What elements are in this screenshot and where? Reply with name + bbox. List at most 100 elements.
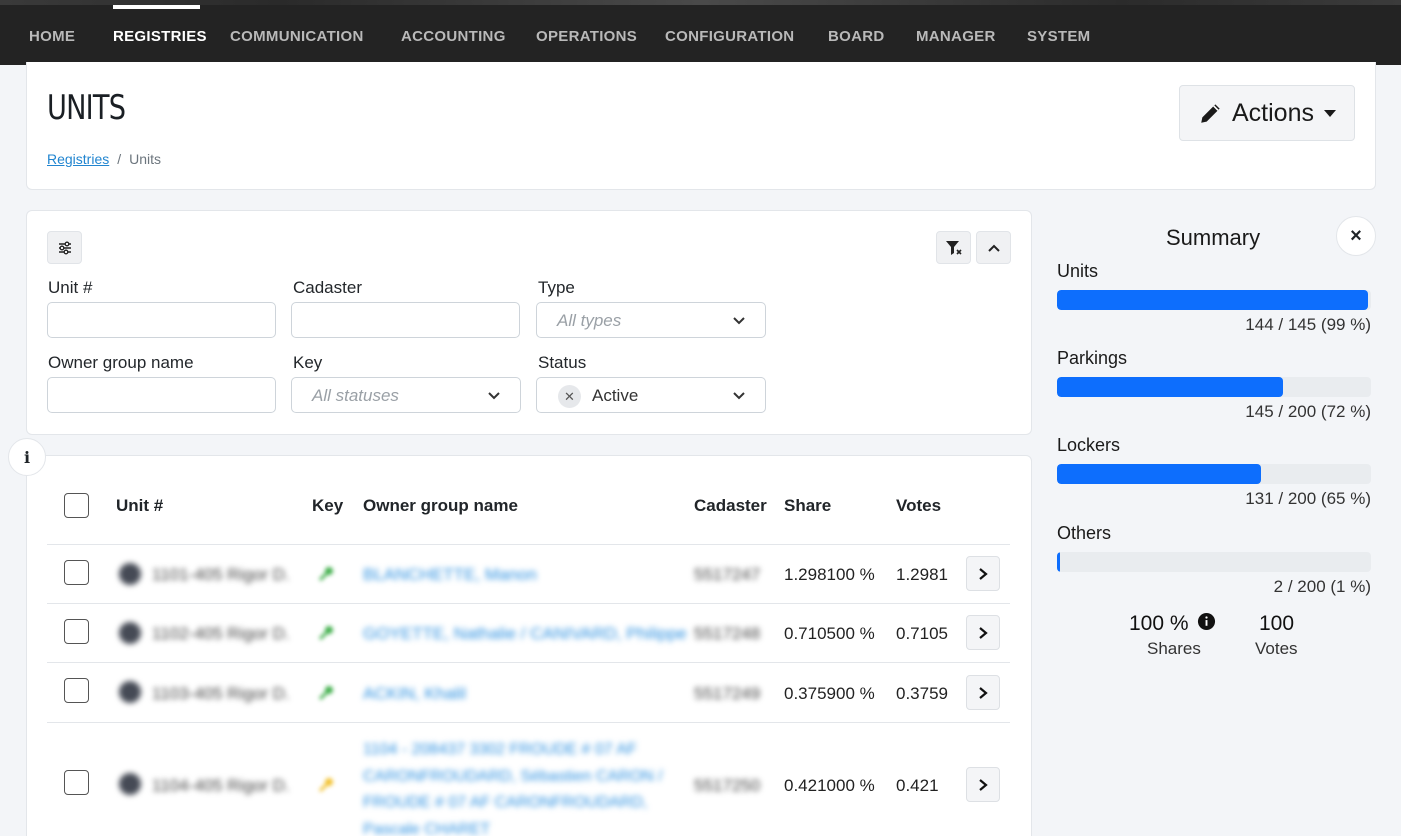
- nav-registries[interactable]: REGISTRIES: [113, 28, 207, 45]
- unit-filter-input[interactable]: [47, 302, 276, 338]
- chevron-up-icon: [987, 244, 1000, 252]
- progress-fill: [1057, 377, 1284, 397]
- share-value: 0.710500 %: [784, 624, 875, 643]
- cadaster-value: 5517250: [694, 776, 761, 795]
- row-divider: [47, 603, 1010, 604]
- collapse-filters-button[interactable]: [976, 231, 1011, 264]
- share-value: 0.421000 %: [784, 776, 875, 795]
- breadcrumb-separator: /: [117, 151, 122, 167]
- type-filter-select[interactable]: All types: [536, 302, 766, 338]
- nav-manager[interactable]: MANAGER: [916, 28, 996, 45]
- votes-value: 0.7105: [896, 624, 948, 643]
- cadaster-filter-label: Cadaster: [293, 278, 362, 297]
- summary-parkings-progress: [1057, 377, 1371, 397]
- column-header-key[interactable]: Key: [312, 496, 343, 516]
- chevron-right-icon: [979, 778, 988, 791]
- unit-number[interactable]: 1102-405 Rigor D.: [152, 624, 290, 644]
- owner-group-link[interactable]: BLANCHETTE, Manon: [363, 565, 537, 585]
- cadaster-value: 5517249: [694, 684, 761, 703]
- row-checkbox[interactable]: [64, 770, 89, 795]
- key-icon: [318, 567, 333, 582]
- chevron-right-icon: [979, 626, 988, 639]
- votes-value: 1.2981: [896, 565, 948, 584]
- owner-group-link[interactable]: GOYETTE, Nathalie / CANIVARD, Philippe: [363, 624, 687, 644]
- column-header-share[interactable]: Share: [784, 496, 831, 516]
- select-all-checkbox[interactable]: [64, 493, 89, 518]
- filter-settings-button[interactable]: [47, 231, 82, 264]
- summary-units-count: 144 / 145 (99 %): [1245, 315, 1371, 334]
- nav-active-indicator: [113, 5, 200, 9]
- page-header-card: UNITS Registries / Units Actions: [26, 62, 1376, 190]
- unit-avatar: [119, 681, 141, 703]
- row-checkbox[interactable]: [64, 619, 89, 644]
- nav-board[interactable]: BOARD: [828, 28, 885, 45]
- info-icon[interactable]: i: [8, 438, 46, 476]
- nav-home[interactable]: HOME: [29, 28, 75, 45]
- votes-total-label: Votes: [1255, 639, 1298, 658]
- chevron-down-icon: [1323, 109, 1336, 117]
- status-filter-value: Active: [592, 386, 639, 405]
- nav-operations[interactable]: OPERATIONS: [536, 28, 637, 45]
- summary-others-progress: [1057, 552, 1371, 572]
- close-summary-button[interactable]: ×: [1336, 216, 1376, 256]
- progress-fill: [1057, 552, 1061, 572]
- votes-value: 0.421: [896, 776, 939, 795]
- remove-status-icon[interactable]: ✕: [558, 385, 581, 408]
- nav-configuration[interactable]: CONFIGURATION: [665, 28, 794, 45]
- summary-others-count: 2 / 200 (1 %): [1273, 577, 1371, 596]
- unit-number[interactable]: 1104-405 Rigor D.: [152, 776, 290, 796]
- progress-fill: [1057, 290, 1368, 310]
- row-open-button[interactable]: [966, 615, 1000, 650]
- pencil-icon: [1201, 104, 1220, 123]
- row-checkbox[interactable]: [64, 560, 89, 585]
- breadcrumb-registries-link[interactable]: Registries: [47, 151, 109, 167]
- key-filter-label: Key: [293, 353, 323, 372]
- nav-communication[interactable]: COMMUNICATION: [230, 28, 364, 45]
- key-icon: [318, 686, 333, 701]
- summary-units-progress: [1057, 290, 1371, 310]
- row-open-button[interactable]: [966, 675, 1000, 710]
- row-divider: [47, 722, 1010, 723]
- row-checkbox[interactable]: [64, 678, 89, 703]
- breadcrumb-current: Units: [129, 151, 162, 167]
- close-icon: ×: [1350, 224, 1362, 247]
- type-filter-label: Type: [538, 278, 575, 297]
- progress-fill: [1057, 464, 1262, 484]
- status-filter-select[interactable]: ✕ Active: [536, 377, 766, 413]
- summary-lockers-progress: [1057, 464, 1371, 484]
- unit-avatar: [119, 563, 141, 585]
- key-icon: [318, 626, 333, 641]
- header-banner-strip: [0, 0, 1401, 5]
- unit-number[interactable]: 1103-405 Rigor D.: [152, 684, 290, 704]
- owner-filter-input[interactable]: [47, 377, 276, 413]
- info-icon[interactable]: [1197, 612, 1216, 631]
- cadaster-filter-input[interactable]: [291, 302, 520, 338]
- actions-label: Actions: [1232, 98, 1314, 127]
- top-navigation: HOME REGISTRIES COMMUNICATION ACCOUNTING…: [0, 0, 1401, 65]
- unit-avatar: [119, 773, 141, 795]
- column-header-votes[interactable]: Votes: [896, 496, 941, 516]
- type-filter-placeholder: All types: [557, 311, 622, 330]
- row-open-button[interactable]: [966, 767, 1000, 802]
- row-open-button[interactable]: [966, 556, 1000, 591]
- filter-clear-icon: [945, 240, 962, 255]
- votes-total-value: 100: [1259, 612, 1295, 635]
- nav-system[interactable]: SYSTEM: [1027, 28, 1090, 45]
- column-header-owner[interactable]: Owner group name: [363, 496, 518, 516]
- key-icon: [318, 778, 333, 793]
- shares-total-label: Shares: [1147, 639, 1201, 658]
- owner-group-link[interactable]: 1104 - 208437 3302 FROUDE # 07 AF CARONF…: [363, 737, 673, 836]
- summary-title: Summary: [1166, 225, 1261, 250]
- key-filter-select[interactable]: All statuses: [291, 377, 521, 413]
- column-header-cadaster[interactable]: Cadaster: [694, 496, 767, 516]
- nav-accounting[interactable]: ACCOUNTING: [401, 28, 506, 45]
- actions-button[interactable]: Actions: [1179, 85, 1355, 141]
- column-header-unit[interactable]: Unit #: [116, 496, 163, 516]
- status-filter-label: Status: [538, 353, 587, 372]
- unit-number[interactable]: 1101-405 Rigor D.: [152, 565, 290, 585]
- owner-group-link[interactable]: ACKIN, Khalil: [363, 684, 466, 704]
- sliders-icon: [58, 241, 71, 254]
- row-divider: [47, 662, 1010, 663]
- owner-filter-label: Owner group name: [48, 353, 194, 372]
- clear-filters-button[interactable]: [936, 231, 971, 264]
